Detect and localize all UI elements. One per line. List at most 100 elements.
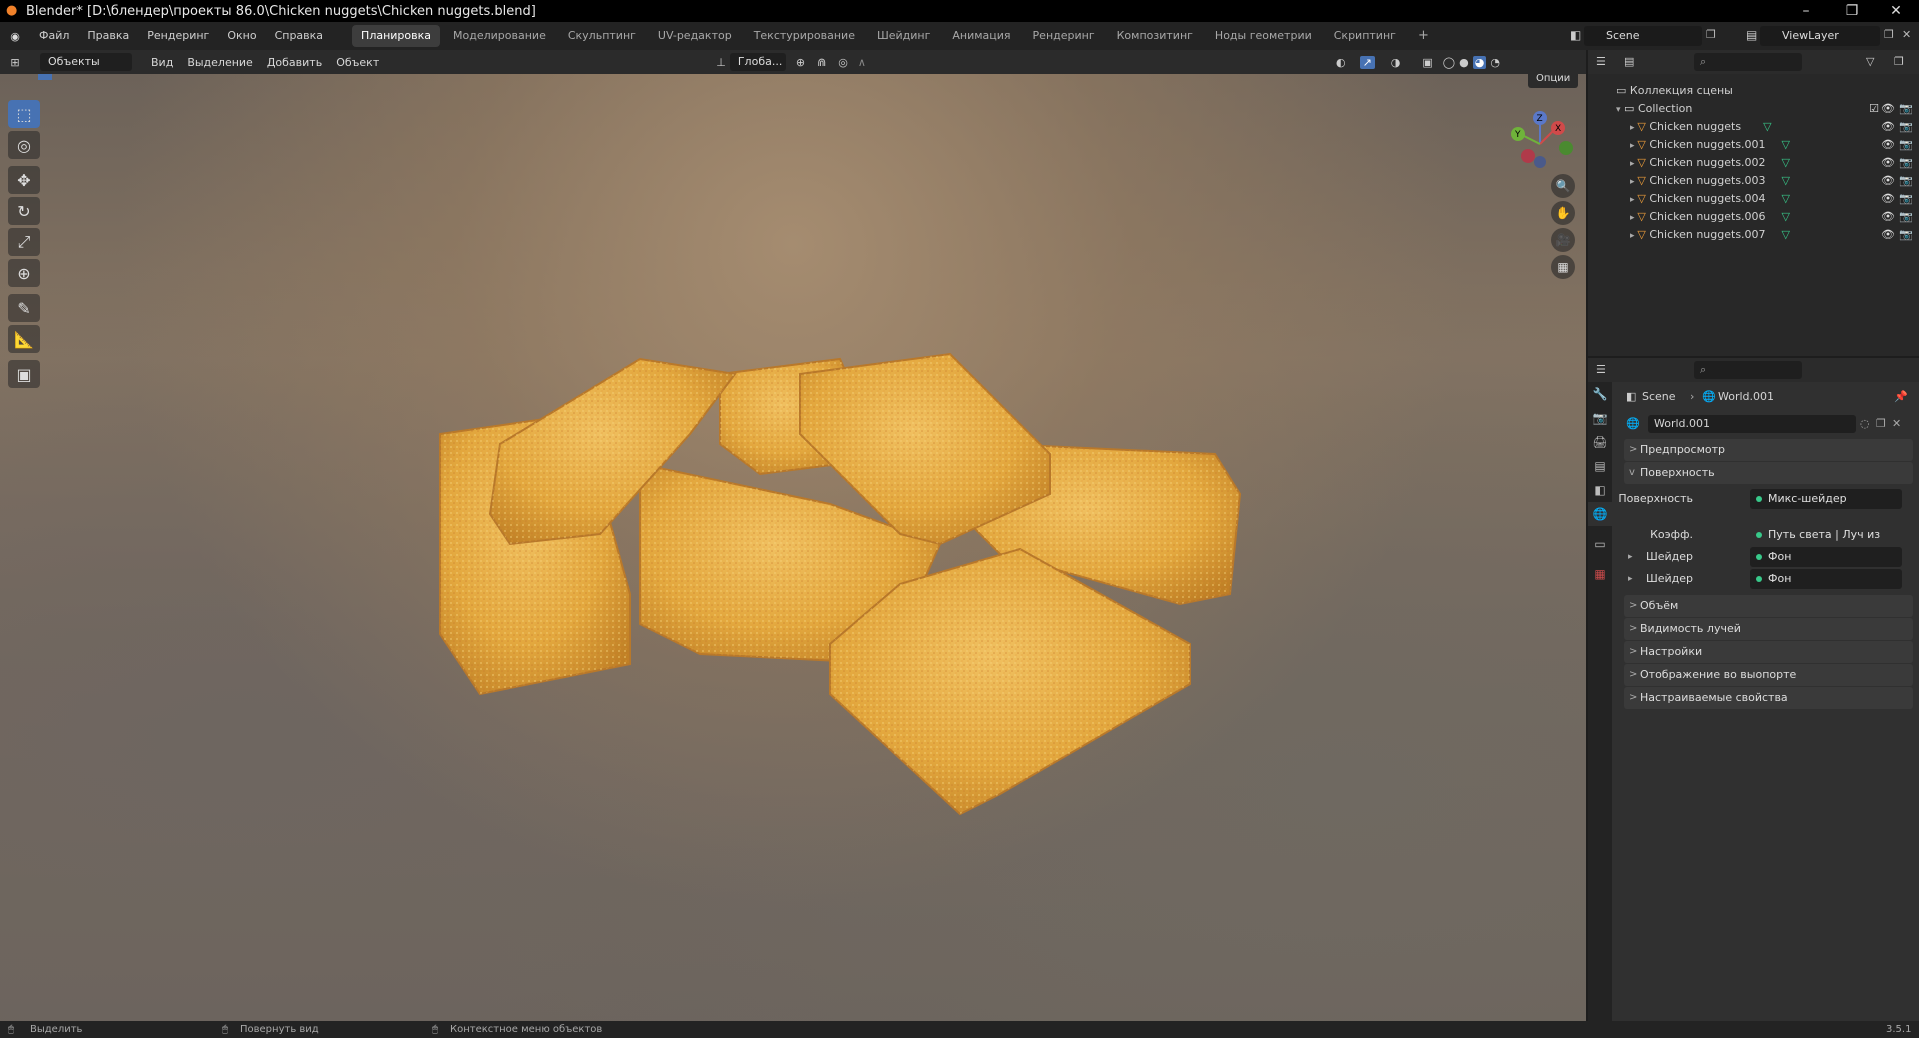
scene-selector[interactable]: Scene [1584, 26, 1702, 46]
solid-shading-icon[interactable]: ● [1459, 56, 1469, 69]
xray-icon[interactable]: ▣ [1422, 56, 1432, 69]
filter-icon[interactable]: ▽ [1866, 55, 1874, 68]
world-tab-icon[interactable]: 🌐 [1588, 502, 1612, 526]
outliner-object-row[interactable]: ▸ ▽ Chicken nuggets.003 ▽ 👁 📷 [1588, 172, 1919, 190]
tab-layout[interactable]: Планировка [352, 25, 441, 47]
scale-tool-icon[interactable]: ⤢ [8, 228, 40, 256]
visibility-eye-icon[interactable]: 👁 [1881, 100, 1895, 118]
view-layer-selector[interactable]: ViewLayer [1760, 26, 1880, 46]
pan-hand-icon[interactable]: ✋ [1551, 201, 1575, 225]
minimize-button[interactable]: – [1783, 0, 1829, 22]
expand-arrow-icon[interactable]: ▸ [1628, 569, 1633, 589]
menu-file[interactable]: Файл [30, 22, 78, 50]
new-view-layer-icon[interactable]: ❐ [1884, 28, 1894, 41]
scene-tab-icon[interactable]: ◧ [1588, 478, 1612, 502]
transform-orientation-icon[interactable]: ⊥ [716, 56, 726, 69]
view-layer-icon[interactable]: ▤ [1746, 28, 1757, 42]
tab-rendering[interactable]: Рендеринг [1024, 25, 1104, 47]
pivot-icon[interactable]: ⊕ [796, 56, 805, 69]
section-surface[interactable]: Поверхность [1624, 462, 1913, 484]
outliner-object-row[interactable]: ▸ ▽ Chicken nuggets.004 ▽ 👁 📷 [1588, 190, 1919, 208]
add-cube-tool-icon[interactable]: ▣ [8, 360, 40, 388]
section-viewport-display[interactable]: Отображение во выопорте [1624, 664, 1913, 686]
world-name-field[interactable]: World.001 [1648, 415, 1856, 433]
menu-help[interactable]: Справка [266, 22, 332, 50]
transform-tool-icon[interactable]: ⊕ [8, 259, 40, 287]
render-camera-icon[interactable]: 📷 [1899, 190, 1913, 208]
view-layer-tab-icon[interactable]: ▤ [1588, 454, 1612, 478]
shader-2-dropdown[interactable]: Фон [1750, 569, 1902, 589]
transform-orientation-dropdown[interactable]: Глоба... [729, 53, 786, 71]
menu-edit[interactable]: Правка [78, 22, 138, 50]
maximize-button[interactable]: ❐ [1829, 0, 1875, 22]
render-camera-icon[interactable]: 📷 [1899, 100, 1913, 118]
section-settings[interactable]: Настройки [1624, 641, 1913, 663]
outliner-object-row[interactable]: ▸ ▽ Chicken nuggets ▽ 👁 📷 [1588, 118, 1919, 136]
scene-icon[interactable]: ◧ [1570, 28, 1581, 42]
navigation-gizmo[interactable]: Z X Y [1500, 104, 1580, 184]
select-extend-icon[interactable]: ▦ [54, 74, 68, 80]
zoom-icon[interactable]: 🔍 [1551, 174, 1575, 198]
menu-window[interactable]: Окно [218, 22, 265, 50]
render-camera-icon[interactable]: 📷 [1899, 226, 1913, 244]
editor-type-icon[interactable]: ⊞ [0, 56, 30, 69]
menu-view[interactable]: Вид [144, 56, 180, 69]
outliner-object-row[interactable]: ▸ ▽ Chicken nuggets.002 ▽ 👁 📷 [1588, 154, 1919, 172]
texture-tab-icon[interactable]: ▦ [1588, 562, 1612, 586]
tab-animation[interactable]: Анимация [943, 25, 1019, 47]
camera-view-icon[interactable]: 🎥 [1551, 228, 1575, 252]
falloff-icon[interactable]: ∧ [858, 56, 866, 69]
section-custom-properties[interactable]: Настраиваемые свойства [1624, 687, 1913, 709]
close-button[interactable]: ✕ [1873, 0, 1919, 22]
visibility-eye-icon[interactable]: 👁 [1881, 154, 1895, 172]
outliner-search-input[interactable]: ⌕ [1694, 53, 1802, 71]
select-invert-icon[interactable]: ▦ [86, 74, 100, 80]
render-camera-icon[interactable]: 📷 [1899, 118, 1913, 136]
visibility-filter-icon[interactable]: ◐ [1336, 56, 1346, 69]
render-camera-icon[interactable]: 📷 [1899, 172, 1913, 190]
section-volume[interactable]: Объём [1624, 595, 1913, 617]
render-camera-icon[interactable]: 📷 [1899, 136, 1913, 154]
menu-object[interactable]: Объект [329, 56, 386, 69]
rotate-tool-icon[interactable]: ↻ [8, 197, 40, 225]
render-camera-icon[interactable]: 📷 [1899, 154, 1913, 172]
tab-sculpting[interactable]: Скульптинг [559, 25, 645, 47]
rendered-shading-icon[interactable]: ◔ [1490, 56, 1500, 69]
annotate-tool-icon[interactable]: ✎ [8, 294, 40, 322]
shader-1-dropdown[interactable]: Фон [1750, 547, 1902, 567]
expand-arrow-icon[interactable]: ▾ [1616, 105, 1621, 115]
snap-icon[interactable]: ⋒ [817, 56, 826, 69]
menu-add[interactable]: Добавить [260, 56, 329, 69]
proportional-edit-icon[interactable]: ◎ [838, 56, 848, 69]
select-box-tool-icon[interactable]: ⬚ [8, 100, 40, 128]
measure-tool-icon[interactable]: 📐 [8, 325, 40, 353]
add-workspace-button[interactable]: + [1409, 25, 1438, 47]
section-preview[interactable]: Предпросмотр [1624, 439, 1913, 461]
tool-tab-icon[interactable]: 🔧 [1588, 382, 1612, 406]
material-preview-icon[interactable]: ◕ [1472, 55, 1487, 69]
tab-shading[interactable]: Шейдинг [868, 25, 939, 47]
render-camera-icon[interactable]: 📷 [1899, 208, 1913, 226]
select-subtract-icon[interactable]: ▦ [70, 74, 84, 80]
fake-user-icon[interactable]: ◌ [1860, 417, 1870, 430]
properties-editor-icon[interactable]: ☰ [1596, 363, 1606, 376]
options-dropdown[interactable]: Опции [1528, 74, 1579, 88]
expand-arrow-icon[interactable]: ▸ [1628, 547, 1633, 567]
visibility-eye-icon[interactable]: 👁 [1881, 190, 1895, 208]
select-new-icon[interactable]: ▦ [38, 74, 52, 80]
outliner-editor-icon[interactable]: ☰ [1596, 55, 1606, 68]
menu-render[interactable]: Рендеринг [138, 22, 218, 50]
overlay-toggle-icon[interactable]: ◑ [1391, 56, 1401, 69]
tab-texture-paint[interactable]: Текстурирование [745, 25, 864, 47]
outliner-object-row[interactable]: ▸ ▽ Chicken nuggets.001 ▽ 👁 📷 [1588, 136, 1919, 154]
outliner-object-row[interactable]: ▸ ▽ Chicken nuggets.007 ▽ 👁 📷 [1588, 226, 1919, 244]
3d-viewport[interactable]: ▦ ▦ ▦ ▦ ▦ Опции ⬚ ◎ ✥ ↻ ⤢ ⊕ ✎ 📐 ▣ Z X Y … [0, 74, 1586, 1021]
gizmo-toggle-icon[interactable]: ↗ [1359, 55, 1375, 69]
tab-scripting[interactable]: Скриптинг [1325, 25, 1405, 47]
display-mode-icon[interactable]: ▤ [1624, 55, 1634, 68]
visibility-eye-icon[interactable]: 👁 [1881, 226, 1895, 244]
collection-tab-icon[interactable]: ▭ [1588, 532, 1612, 556]
duplicate-world-icon[interactable]: ❐ [1876, 417, 1886, 430]
remove-view-layer-icon[interactable]: ✕ [1902, 28, 1911, 41]
menu-select[interactable]: Выделение [180, 56, 260, 69]
